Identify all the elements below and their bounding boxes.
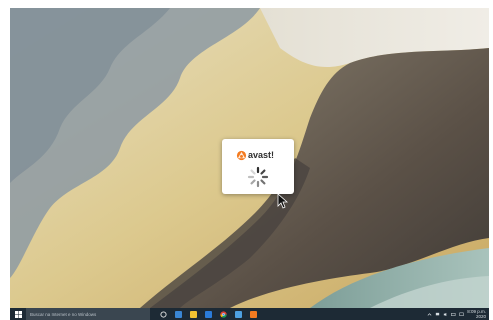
avast-brand-text: avast!: [248, 149, 275, 160]
chevron-up-icon[interactable]: [427, 312, 432, 317]
chrome-icon[interactable]: [216, 308, 231, 320]
system-tray: 8:09 p.m. 2020: [427, 308, 489, 320]
task-view-icon[interactable]: [171, 308, 186, 320]
avast-splash-window: avast!: [222, 139, 294, 194]
start-button[interactable]: [10, 308, 26, 320]
notification-icon[interactable]: [459, 312, 464, 317]
taskbar: Buscar na Internet e no Windows 8:09 p.m…: [10, 308, 489, 320]
search-placeholder: Buscar na Internet e no Windows: [30, 311, 97, 317]
avast-logo: avast!: [236, 148, 282, 162]
taskbar-clock[interactable]: 8:09 p.m. 2020: [467, 309, 486, 319]
file-explorer-icon[interactable]: [186, 308, 201, 320]
mouse-cursor-icon: [277, 193, 288, 209]
network-icon[interactable]: [435, 312, 440, 317]
battery-icon[interactable]: [451, 312, 456, 317]
store-icon[interactable]: [201, 308, 216, 320]
desktop-screen: avast! Buscar na Internet e no Windows 8…: [10, 8, 489, 320]
volume-icon[interactable]: [443, 312, 448, 317]
clock-date: 2020: [475, 314, 486, 319]
avast-logo-icon: [236, 150, 247, 160]
pinned-apps: [156, 308, 261, 320]
spinner-icon: [247, 166, 269, 188]
avast-icon[interactable]: [246, 308, 261, 320]
taskbar-search-box[interactable]: Buscar na Internet e no Windows: [26, 308, 150, 320]
windows-logo-icon: [14, 310, 22, 318]
cortana-icon[interactable]: [156, 308, 171, 320]
app-icon[interactable]: [231, 308, 246, 320]
